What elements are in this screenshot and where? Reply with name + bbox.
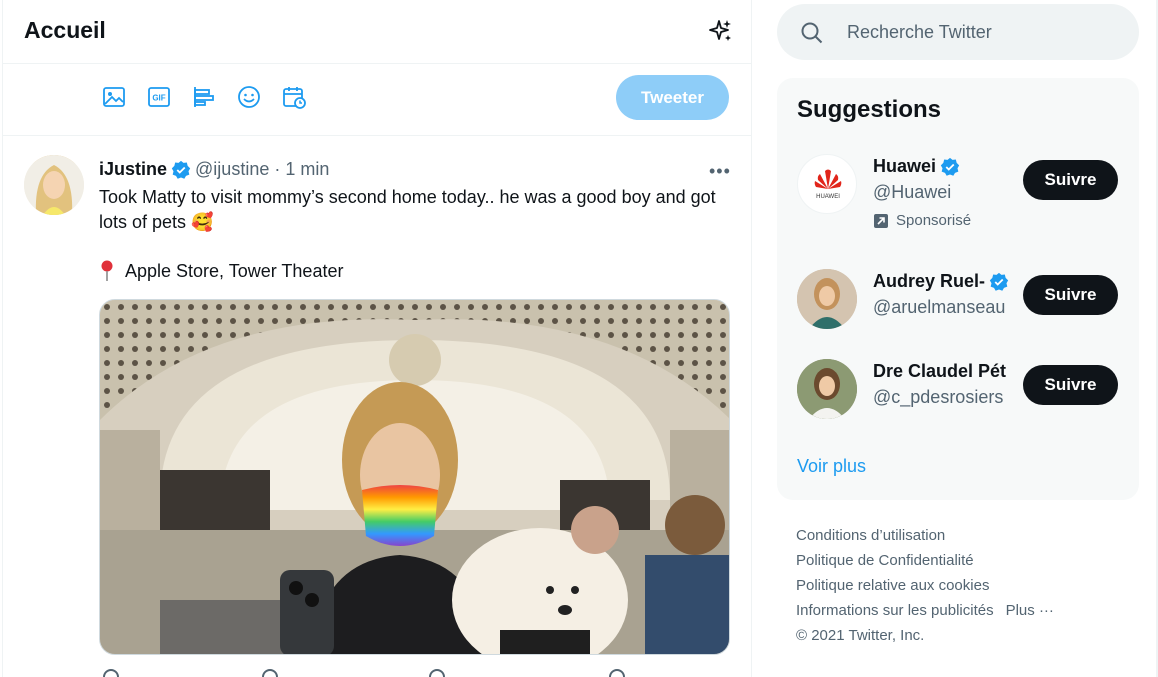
- ads-info-link[interactable]: Informations sur les publicités: [796, 602, 994, 619]
- suggestion-name[interactable]: Dre Claudel Pét: [873, 361, 1013, 382]
- timeline-header: Accueil: [3, 0, 751, 64]
- privacy-link[interactable]: Politique de Confidentialité: [796, 552, 974, 569]
- avatar[interactable]: [797, 359, 857, 419]
- suggestion-handle: @aruelmanseau: [873, 297, 1006, 317]
- copyright: © 2021 Twitter, Inc.: [796, 627, 925, 644]
- avatar[interactable]: HUAWEI: [797, 154, 857, 214]
- tweet-location[interactable]: Apple Store, Tower Theater: [99, 260, 343, 282]
- suggestions-panel: Suggestions HUAWEI Huawei @Huawei Sponso…: [777, 78, 1139, 500]
- tweet[interactable]: iJustine @ijustine · 1 min ••• Took Matt…: [3, 137, 751, 677]
- more-options-icon[interactable]: •••: [709, 161, 731, 182]
- location-pin-icon: [101, 260, 113, 281]
- suggestion-handle: @c_pdesrosiers: [873, 387, 1004, 407]
- suggestion-item[interactable]: HUAWEI Huawei @Huawei Sponsorisé Suivre: [777, 154, 1139, 234]
- verified-badge-icon: [171, 160, 191, 179]
- avatar[interactable]: [24, 155, 84, 215]
- sparkle-icon[interactable]: [707, 18, 733, 44]
- tweet-text: Took Matty to visit mommy’s second home …: [99, 187, 716, 232]
- suggestions-title: Suggestions: [797, 96, 942, 123]
- suggestion-item[interactable]: Dre Claudel Pét @c_pdesrosiers Suivre: [777, 359, 1139, 439]
- like-icon[interactable]: [429, 669, 445, 677]
- tweet-timestamp[interactable]: 1 min: [285, 159, 329, 180]
- follow-button[interactable]: Suivre: [1023, 275, 1118, 315]
- separator: ·: [274, 159, 281, 179]
- footer-more-link[interactable]: Plus ···: [1006, 602, 1054, 619]
- follow-button[interactable]: Suivre: [1023, 365, 1118, 405]
- svg-text:HUAWEI: HUAWEI: [816, 194, 840, 200]
- tweet-button[interactable]: Tweeter: [616, 75, 729, 120]
- show-more-link[interactable]: Voir plus: [797, 456, 866, 477]
- schedule-icon[interactable]: [281, 84, 307, 110]
- suggestion-item[interactable]: Audrey Ruel- @aruelmanseau Suivre: [777, 269, 1139, 349]
- emoji-icon[interactable]: [236, 84, 262, 110]
- promoted-label: Sponsorisé: [873, 212, 971, 229]
- follow-button[interactable]: Suivre: [1023, 160, 1118, 200]
- tweet-author-name[interactable]: iJustine: [99, 159, 167, 180]
- share-icon[interactable]: [609, 669, 625, 677]
- suggestion-name[interactable]: Huawei: [873, 156, 1013, 177]
- tweet-composer: GIF Tweeter: [3, 64, 751, 136]
- page-title: Accueil: [24, 17, 106, 43]
- search-bar[interactable]: [777, 4, 1139, 60]
- suggestion-name[interactable]: Audrey Ruel-: [873, 271, 1013, 292]
- verified-badge-icon: [940, 157, 960, 176]
- verified-badge-icon: [989, 272, 1009, 291]
- main-timeline: Accueil GIF Tweeter iJustine @ijustine ·…: [2, 0, 752, 677]
- poll-icon[interactable]: [191, 84, 217, 110]
- cookies-link[interactable]: Politique relative aux cookies: [796, 577, 989, 594]
- tweet-photo[interactable]: [99, 299, 730, 655]
- promoted-icon: [874, 213, 888, 228]
- image-icon[interactable]: [101, 84, 127, 110]
- tweet-location-label: Apple Store, Tower Theater: [125, 260, 344, 281]
- reply-icon[interactable]: [103, 669, 119, 677]
- svg-text:GIF: GIF: [152, 94, 165, 103]
- retweet-icon[interactable]: [262, 669, 278, 677]
- search-input[interactable]: [847, 20, 1107, 44]
- tweet-actions: [99, 667, 729, 677]
- suggestion-handle: @Huawei: [873, 182, 952, 202]
- tweet-author-handle[interactable]: @ijustine: [195, 159, 269, 180]
- gif-icon[interactable]: GIF: [146, 84, 172, 110]
- avatar[interactable]: [797, 269, 857, 329]
- terms-link[interactable]: Conditions d’utilisation: [796, 527, 945, 544]
- search-icon: [801, 22, 823, 44]
- footer-links: Conditions d’utilisation Politique de Co…: [796, 523, 1136, 648]
- tweet-header: iJustine @ijustine · 1 min: [99, 159, 329, 180]
